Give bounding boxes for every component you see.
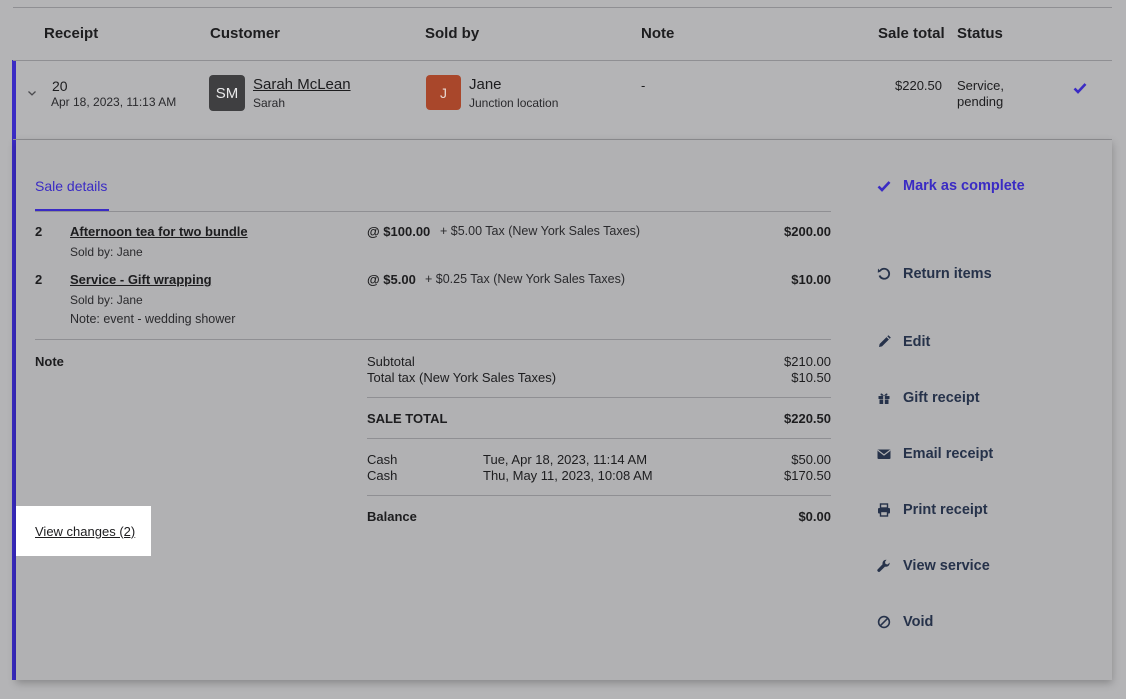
payment-method: Cash	[367, 468, 398, 483]
receipt-date: Apr 18, 2023, 11:13 AM	[51, 95, 177, 109]
row-sale-total: $220.50	[895, 78, 942, 93]
item-note: Note: event - wedding shower	[70, 312, 236, 326]
item-sold-by: Sold by: Jane	[70, 245, 143, 259]
return-items-button[interactable]: Return items	[875, 265, 992, 283]
void-button[interactable]: Void	[875, 613, 933, 631]
customer-name-link[interactable]: Sarah McLean	[253, 76, 351, 93]
item-tax: + $5.00 Tax (New York Sales Taxes)	[440, 224, 640, 238]
sale-total-value: $220.50	[784, 411, 831, 426]
print-receipt-label: Print receipt	[903, 502, 988, 518]
total-divider	[367, 438, 831, 439]
print-receipt-button[interactable]: Print receipt	[875, 501, 988, 519]
envelope-icon	[875, 445, 893, 463]
mark-complete-label: Mark as complete	[903, 178, 1025, 194]
wrench-icon	[875, 557, 893, 575]
seller-location: Junction location	[469, 96, 559, 110]
payment-method: Cash	[367, 452, 398, 467]
subtotal-label: Subtotal	[367, 354, 415, 369]
pencil-icon	[875, 333, 893, 351]
gift-icon	[875, 389, 893, 407]
return-items-label: Return items	[903, 266, 992, 282]
checkmark-icon	[1073, 81, 1087, 95]
edit-label: Edit	[903, 334, 931, 350]
header-note[interactable]: Note	[641, 25, 674, 42]
chevron-down-icon[interactable]	[27, 85, 37, 96]
checkmark-icon	[875, 177, 893, 195]
header-status[interactable]: Status	[957, 25, 1003, 42]
edit-button[interactable]: Edit	[875, 333, 930, 351]
row-note: -	[641, 78, 646, 93]
item-name-link[interactable]: Service - Gift wrapping	[70, 272, 212, 287]
mark-complete-button[interactable]: Mark as complete	[875, 177, 1025, 195]
customer-avatar: SM	[209, 75, 245, 111]
row-status: Service, pending	[957, 78, 1004, 109]
customer-first-name: Sarah	[253, 96, 286, 110]
sale-details-panel: Sale details 2 Afternoon tea for two bun…	[16, 140, 1112, 680]
item-amount: $200.00	[784, 224, 831, 239]
table-header: Receipt Customer Sold by Note Sale total…	[13, 8, 1112, 61]
email-receipt-button[interactable]: Email receipt	[875, 445, 993, 463]
payments-divider	[367, 495, 831, 496]
item-sold-by: Sold by: Jane	[70, 293, 143, 307]
payment-amount: $170.50	[784, 468, 831, 483]
item-amount: $10.00	[791, 272, 831, 287]
ban-icon	[875, 613, 893, 631]
item-unit-price: @ $5.00	[367, 272, 416, 287]
items-divider	[35, 339, 831, 340]
payment-date: Tue, Apr 18, 2023, 11:14 AM	[483, 452, 648, 467]
item-unit-price: @ $100.00	[367, 224, 431, 239]
item-name-link[interactable]: Afternoon tea for two bundle	[70, 224, 248, 239]
sale-total-label: SALE TOTAL	[367, 411, 448, 426]
view-service-button[interactable]: View service	[875, 557, 990, 575]
balance-value: $0.00	[798, 509, 831, 524]
seller-name: Jane	[469, 76, 502, 93]
receipt-number: 20	[52, 78, 68, 94]
item-tax: + $0.25 Tax (New York Sales Taxes)	[425, 272, 625, 286]
printer-icon	[875, 501, 893, 519]
header-customer[interactable]: Customer	[210, 25, 280, 42]
balance-label: Balance	[367, 509, 417, 524]
gift-receipt-label: Gift receipt	[903, 390, 980, 406]
undo-icon	[875, 265, 893, 283]
email-receipt-label: Email receipt	[903, 446, 994, 462]
tab-divider	[35, 211, 831, 212]
item-quantity: 2	[35, 272, 43, 287]
note-label: Note	[35, 354, 64, 369]
header-sale-total[interactable]: Sale total	[878, 25, 945, 42]
summary-divider	[367, 397, 831, 398]
view-service-label: View service	[903, 558, 990, 574]
table-row[interactable]: 20 Apr 18, 2023, 11:13 AM SM Sarah McLea…	[13, 60, 1112, 140]
payment-amount: $50.00	[791, 452, 831, 467]
tax-label: Total tax (New York Sales Taxes)	[367, 370, 557, 385]
gift-receipt-button[interactable]: Gift receipt	[875, 389, 980, 407]
payment-date: Thu, May 11, 2023, 10:08 AM	[483, 468, 653, 483]
subtotal-value: $210.00	[784, 354, 831, 369]
void-label: Void	[903, 614, 934, 630]
header-receipt[interactable]: Receipt	[44, 25, 98, 42]
tax-value: $10.50	[791, 370, 831, 385]
item-quantity: 2	[35, 224, 43, 239]
header-sold-by[interactable]: Sold by	[425, 25, 479, 42]
view-changes-link[interactable]: View changes (2)	[16, 506, 151, 556]
seller-avatar: J	[426, 75, 461, 110]
tab-sale-details[interactable]: Sale details	[35, 178, 107, 194]
